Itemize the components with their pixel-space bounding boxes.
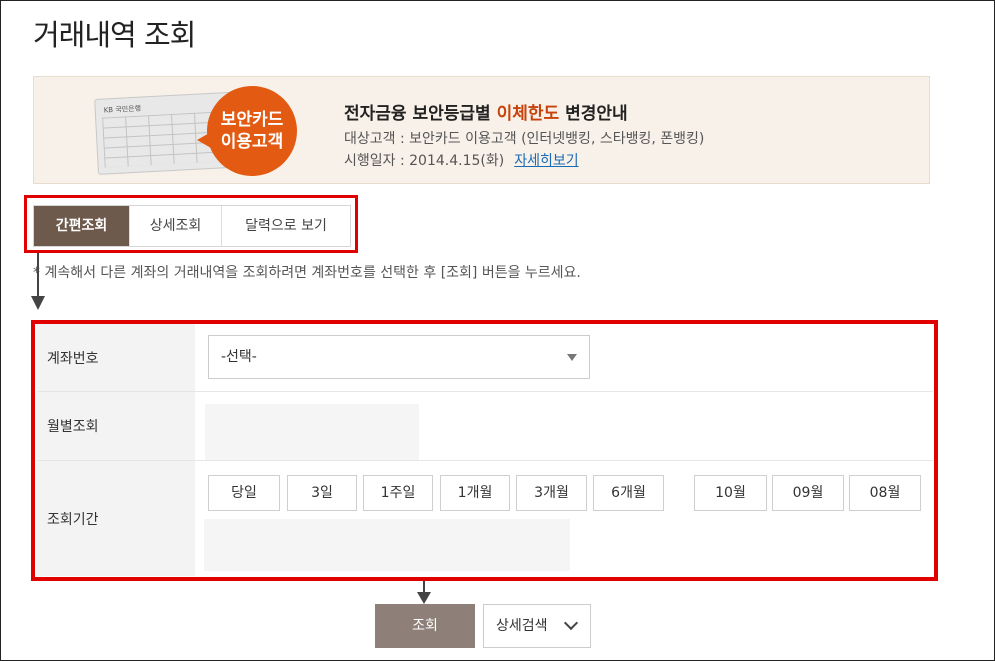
form-highlight-box (31, 320, 938, 581)
badge-line1: 보안카드 (220, 110, 284, 130)
detail-search-button[interactable]: 상세검색 (483, 604, 591, 648)
page-title: 거래내역 조회 (33, 18, 196, 52)
banner-title: 전자금융 보안등급별 이체한도 변경안내 (344, 99, 628, 124)
tab-simple-search[interactable]: 간편조회 (34, 206, 129, 246)
security-card-badge: 보안카드 이용고객 (197, 86, 297, 176)
badge-line2: 이용고객 (220, 132, 284, 152)
banner-target: 대상고객 : 보안카드 이용고객 (인터넷뱅킹, 스타뱅킹, 폰뱅킹) (344, 131, 705, 147)
banner-date: 시행일자 : 2014.4.15(화) (344, 153, 505, 169)
banner-title-suffix: 변경안내 (559, 104, 628, 124)
chevron-down-icon (563, 615, 579, 631)
info-text: * 계속해서 다른 계좌의 거래내역을 조회하려면 계좌번호를 선택한 후 [조… (33, 265, 581, 281)
tab-detail-search[interactable]: 상세조회 (129, 206, 221, 246)
banner-title-prefix: 전자금융 보안등급별 (344, 104, 497, 124)
card-brand: KB 국민은행 (103, 104, 142, 115)
detail-search-label: 상세검색 (496, 618, 548, 634)
banner-date-line: 시행일자 : 2014.4.15(화) 자세히보기 (344, 150, 579, 170)
details-link[interactable]: 자세히보기 (514, 153, 578, 169)
annotation-arrow-head (31, 296, 45, 310)
view-tabs: 간편조회 상세조회 달력으로 보기 (33, 205, 351, 247)
banner-title-highlight: 이체한도 (496, 104, 560, 124)
notice-banner[interactable]: KB 국민은행 보안카드 이용고객 전자금융 보안등급별 이체한도 변경안내 대… (33, 76, 930, 184)
search-button[interactable]: 조회 (375, 604, 475, 648)
annotation-arrow-head-2 (417, 592, 431, 604)
tab-calendar-view[interactable]: 달력으로 보기 (221, 206, 350, 246)
